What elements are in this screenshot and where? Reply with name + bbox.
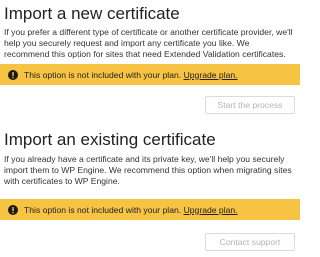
alert-message: This option is not included with your pl… xyxy=(24,69,238,80)
start-process-button[interactable]: Start the process xyxy=(205,96,295,114)
existing-certificate-description: If you already have a certificate and it… xyxy=(4,154,292,186)
upgrade-plan-link[interactable]: Upgrade plan. xyxy=(184,70,238,80)
existing-certificate-title: Import an existing certificate xyxy=(4,130,216,149)
exclamation-circle-icon xyxy=(8,204,18,215)
existing-certificate-plan-alert: This option is not included with your pl… xyxy=(0,199,300,220)
new-certificate-description: If you prefer a different type of certif… xyxy=(4,27,293,59)
new-certificate-plan-alert: This option is not included with your pl… xyxy=(0,64,300,85)
exclamation-circle-icon xyxy=(8,69,18,80)
upgrade-plan-link[interactable]: Upgrade plan. xyxy=(184,205,238,215)
contact-support-button[interactable]: Contact support xyxy=(205,233,295,251)
alert-message: This option is not included with your pl… xyxy=(24,204,238,215)
new-certificate-title: Import a new certificate xyxy=(4,4,180,23)
